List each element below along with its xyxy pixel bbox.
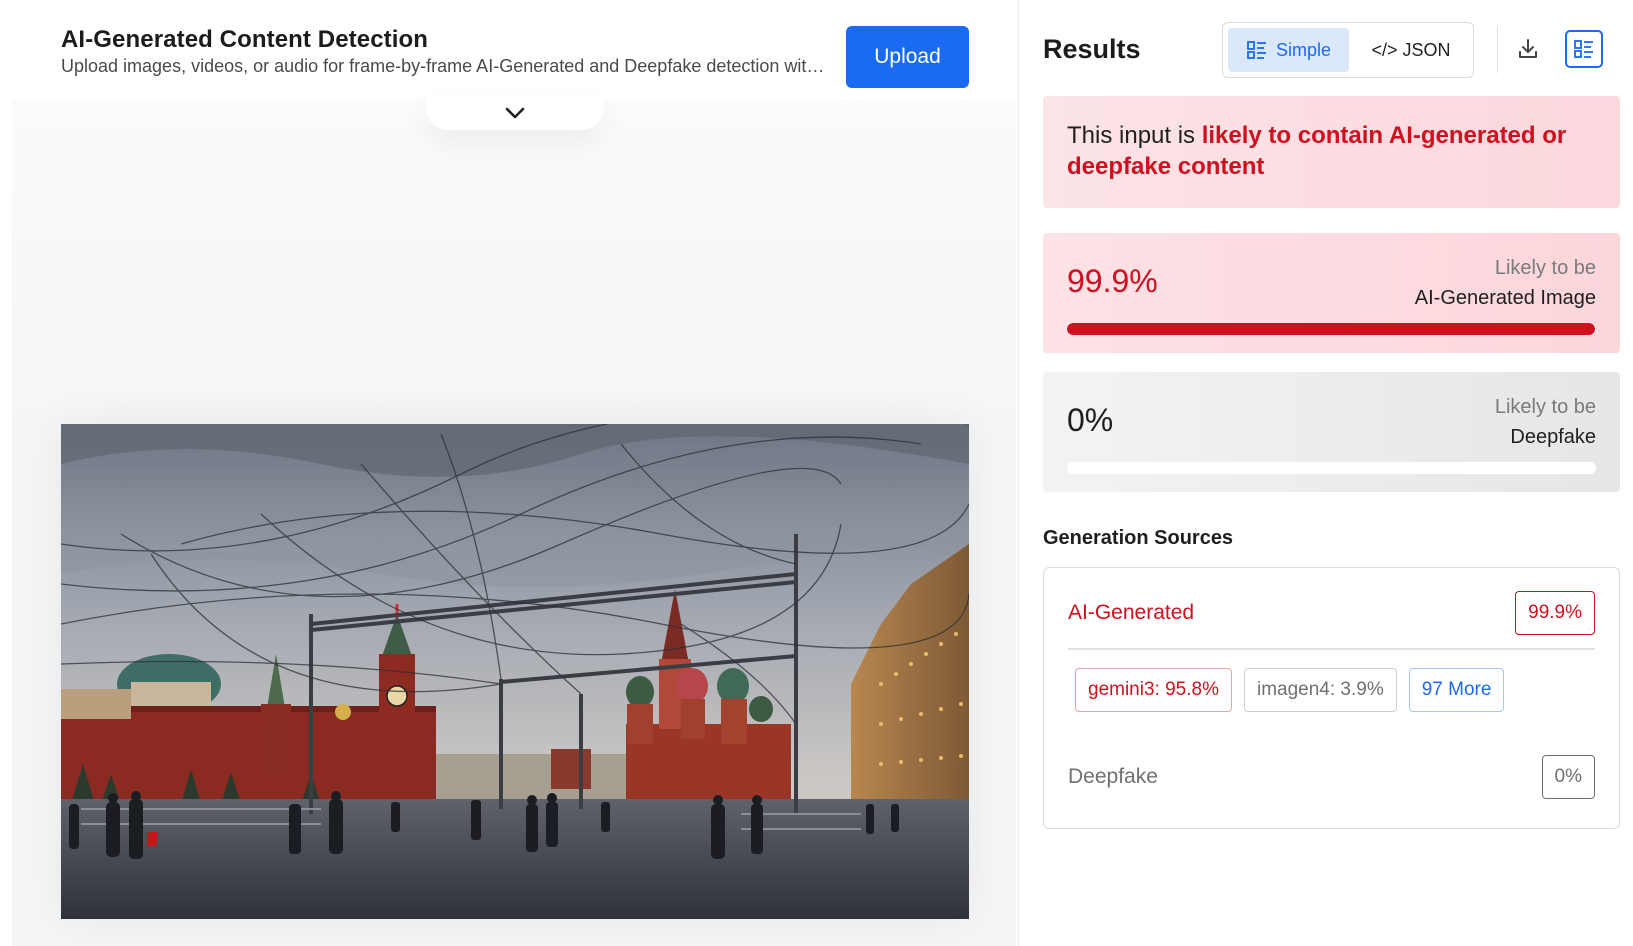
model-chip-gemini3[interactable]: gemini3: 95.8%	[1075, 668, 1232, 712]
deepfake-likely: Likely to be Deepfake	[1495, 392, 1596, 452]
generation-sources-panel: AI-Generated 99.9% gemini3: 95.8% imagen…	[1043, 567, 1620, 829]
results-title: Results	[1043, 34, 1141, 64]
model-chip-imagen4[interactable]: imagen4: 3.9%	[1243, 668, 1397, 712]
deepfake-percent: 0%	[1067, 402, 1114, 438]
category-label: Deepfake	[1510, 426, 1596, 448]
more-models-chip[interactable]: 97 More	[1408, 668, 1505, 712]
verdict-prefix: This input is	[1067, 122, 1202, 149]
ai-generated-progress-fill	[1067, 323, 1596, 335]
ai-generated-percent: 99.9%	[1067, 263, 1158, 299]
json-view-label: </> JSON	[1371, 39, 1451, 60]
generation-sources-title: Generation Sources	[1043, 527, 1234, 549]
deepfake-source-badge: 0%	[1541, 755, 1595, 799]
deepfake-source-row: Deepfake 0%	[1068, 755, 1595, 799]
ai-generated-score-card: 99.9% Likely to be AI-Generated Image	[1043, 233, 1620, 353]
deepfake-source-label: Deepfake	[1068, 765, 1158, 788]
ai-generated-source-row: AI-Generated 99.9%	[1068, 591, 1595, 635]
simple-view-button[interactable]: Simple	[1228, 28, 1349, 72]
ai-generated-likely: Likely to be AI-Generated Image	[1415, 253, 1596, 313]
ai-generated-source-label: AI-Generated	[1068, 601, 1195, 624]
category-label: AI-Generated Image	[1414, 287, 1596, 309]
upload-panel: AI-Generated Content Detection Upload im…	[0, 0, 1016, 946]
likely-label: Likely to be	[1494, 257, 1596, 279]
chevron-down-icon	[505, 107, 525, 119]
uploaded-image-preview	[61, 424, 969, 919]
list-view-button[interactable]	[1565, 30, 1603, 68]
panel-header: AI-Generated Content Detection Upload im…	[0, 0, 1016, 100]
likely-label: Likely to be	[1494, 396, 1596, 418]
simple-view-label: Simple	[1275, 39, 1332, 60]
verdict-banner: This input is likely to contain AI-gener…	[1043, 96, 1620, 208]
list-view-icon	[1574, 40, 1593, 58]
ai-generated-source-badge: 99.9%	[1515, 591, 1595, 635]
model-chips: gemini3: 95.8% imagen4: 3.9% 97 More	[1075, 668, 1505, 712]
sources-divider	[1068, 648, 1595, 650]
download-icon	[1519, 39, 1537, 58]
json-view-button[interactable]: </> JSON	[1355, 28, 1467, 72]
toolbar-separator	[1497, 25, 1498, 73]
deepfake-score-card: 0% Likely to be Deepfake	[1043, 372, 1620, 492]
ai-generated-progress-bar	[1067, 323, 1596, 335]
view-toggle: Simple </> JSON	[1222, 22, 1474, 78]
collapse-toggle[interactable]	[426, 96, 604, 130]
simple-view-icon	[1247, 41, 1266, 59]
deepfake-progress-bar	[1067, 462, 1596, 474]
page-subtitle: Upload images, videos, or audio for fram…	[61, 56, 831, 76]
panel-divider	[1018, 0, 1019, 946]
download-button[interactable]	[1509, 30, 1547, 68]
page-title: AI-Generated Content Detection	[61, 26, 429, 53]
upload-button[interactable]: Upload	[846, 26, 969, 88]
